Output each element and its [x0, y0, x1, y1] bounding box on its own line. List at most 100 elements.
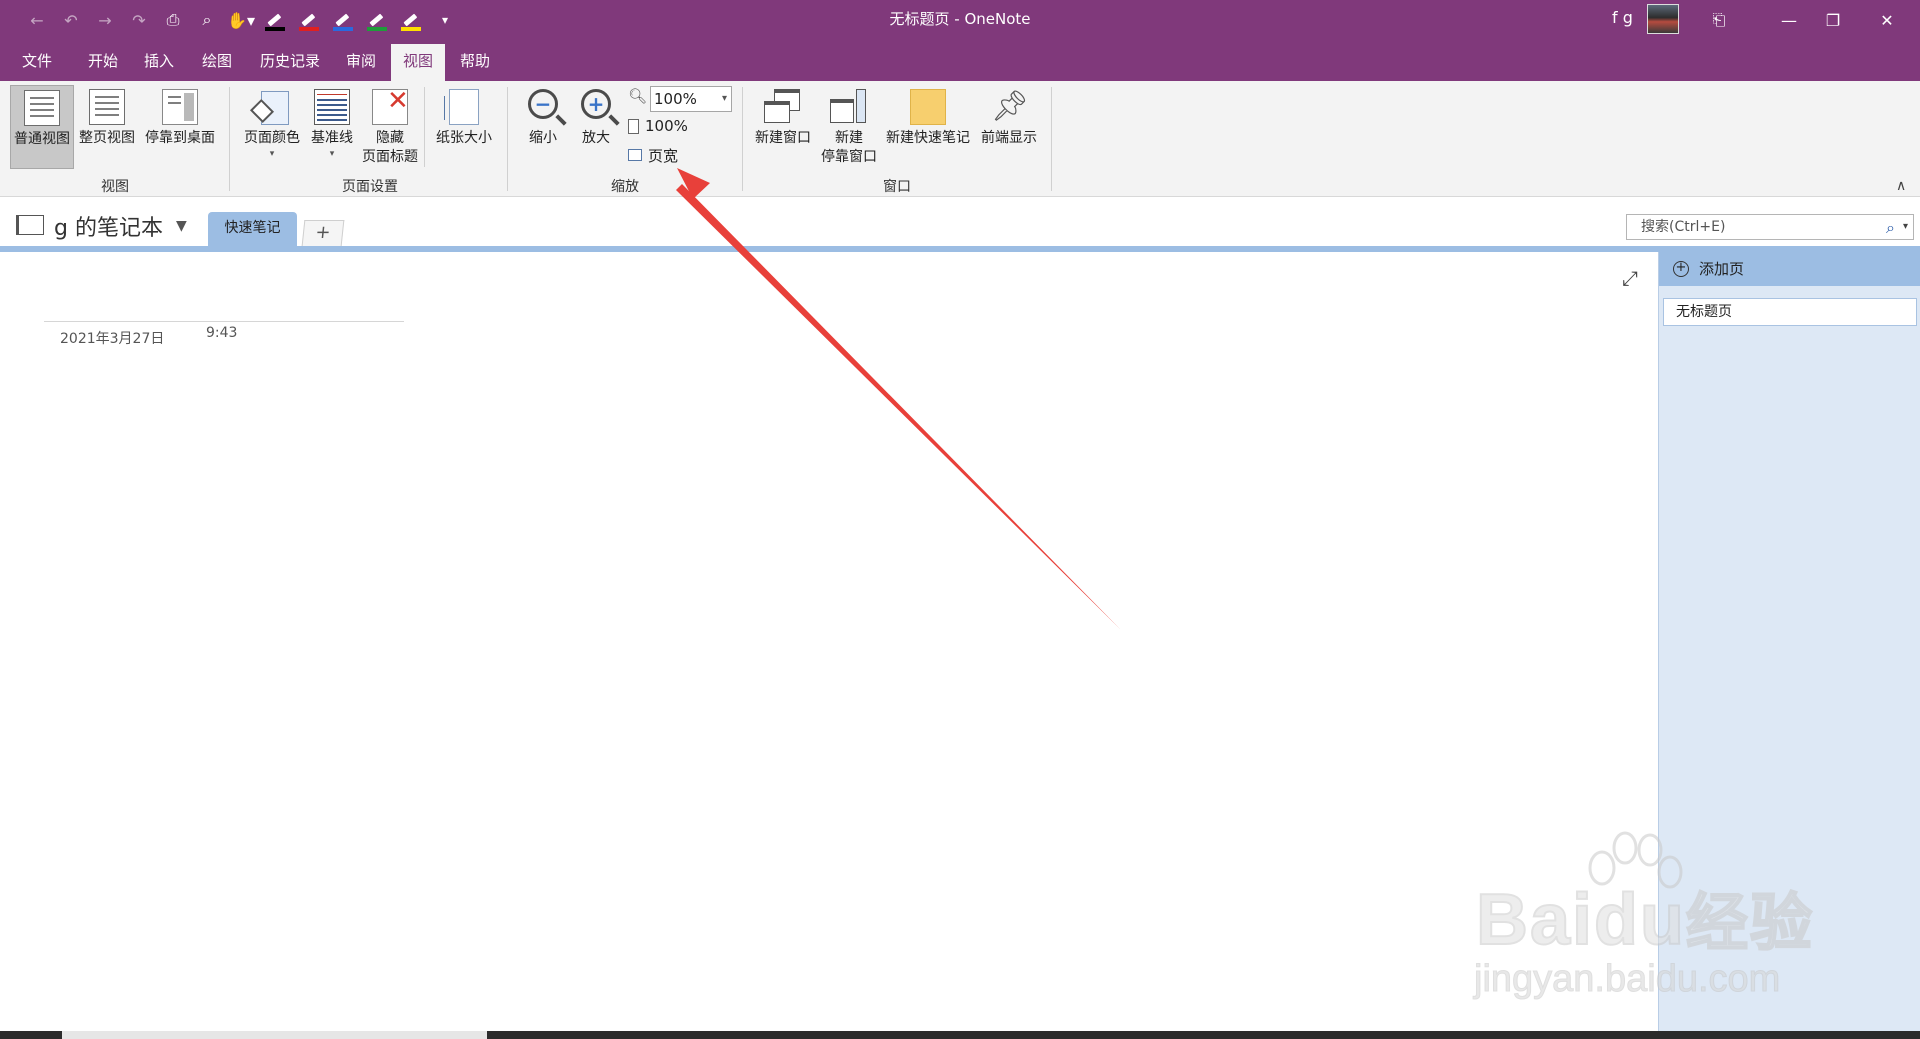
page-color-label: 页面颜色: [244, 130, 300, 146]
zoom-in-button[interactable]: + 放大: [570, 85, 622, 169]
zoom-row: 🔍︎: [628, 85, 647, 107]
window-group-label: 窗口: [883, 179, 911, 195]
tab-history[interactable]: 历史记录: [250, 44, 330, 81]
hide-page-title-icon: ✕: [372, 88, 409, 125]
zoom-out-icon: −: [528, 89, 558, 119]
normal-view-button[interactable]: 普通视图: [10, 85, 74, 169]
pushpin-icon: 📌︎: [991, 89, 1030, 124]
rule-lines-dropdown-icon: ▾: [329, 149, 335, 159]
tab-help[interactable]: 帮助: [448, 44, 502, 81]
baidu-jingyan-watermark: Baidu经验 jingyan.baidu.com: [1470, 830, 1820, 1001]
always-on-top-button[interactable]: 📌︎ 前端显示: [976, 85, 1042, 169]
zoom-combo[interactable]: 100% ▾: [650, 86, 732, 112]
tab-home[interactable]: 开始: [76, 44, 130, 81]
taskbar-segment: [62, 1031, 487, 1039]
search-scope-dropdown-icon[interactable]: ▾: [1903, 215, 1908, 239]
group-separator: [229, 87, 230, 191]
page-color-dropdown-icon: ▾: [269, 149, 275, 159]
print-preview-icon[interactable]: ⌕: [192, 8, 222, 32]
add-section-button[interactable]: +: [301, 220, 345, 246]
user-name[interactable]: f g: [1612, 8, 1633, 27]
customize-icon[interactable]: ▾: [430, 8, 460, 32]
menu-bar: 文件 开始 插入 绘图 历史记录 审阅 视图 帮助: [0, 40, 1920, 110]
ribbon: 普通视图 整页视图 停靠到桌面 视图 页面颜色 ▾ 基准线 ▾ ✕ 隐藏 页面标…: [0, 81, 1920, 197]
zoom-value: 100%: [654, 90, 697, 108]
page-date: 2021年3月27日: [60, 331, 165, 347]
restore-icon[interactable]: ❐: [1810, 0, 1856, 40]
pen-green-icon[interactable]: [362, 8, 392, 32]
group-separator: [742, 87, 743, 191]
close-icon[interactable]: ✕: [1864, 0, 1910, 40]
notebook-name[interactable]: g 的笔记本: [54, 210, 163, 242]
search-icon[interactable]: ⌕: [1886, 216, 1895, 240]
rule-lines-icon: [314, 89, 350, 125]
section-tab-quick-notes[interactable]: 快速笔记: [208, 212, 297, 246]
new-docked-window-label-2: 停靠窗口: [821, 149, 877, 165]
pen-red-icon[interactable]: [294, 8, 324, 32]
forward-icon[interactable]: →: [90, 8, 120, 32]
view-group-label: 视图: [101, 179, 129, 195]
zoom-in-label: 放大: [582, 130, 610, 146]
page-color-button[interactable]: 页面颜色 ▾: [238, 85, 306, 169]
tab-draw[interactable]: 绘图: [190, 44, 244, 81]
paper-size-label: 纸张大小: [436, 130, 492, 146]
new-docked-window-icon: [830, 89, 868, 125]
always-on-top-label: 前端显示: [981, 130, 1037, 146]
notebook-dropdown-icon[interactable]: ▼: [176, 218, 187, 234]
full-page-expand-icon[interactable]: ⤢: [1622, 266, 1638, 290]
pen-black-icon[interactable]: [260, 8, 290, 32]
add-page-label: 添加页: [1699, 260, 1745, 278]
print-icon[interactable]: ⎙: [158, 8, 188, 32]
add-page-icon: +: [1673, 261, 1689, 277]
dock-to-desktop-button[interactable]: 停靠到桌面: [140, 85, 220, 169]
zoom-out-button[interactable]: − 缩小: [518, 85, 568, 169]
new-quick-note-button[interactable]: 新建快速笔记: [882, 85, 974, 169]
tab-file[interactable]: 文件: [10, 44, 64, 81]
add-page-button[interactable]: + 添加页: [1659, 252, 1920, 286]
page-canvas[interactable]: ⤢ 2021年3月27日 9:43: [0, 252, 1658, 1032]
minimize-icon[interactable]: —: [1766, 0, 1812, 40]
tab-insert[interactable]: 插入: [132, 44, 186, 81]
dock-to-desktop-label: 停靠到桌面: [145, 130, 215, 146]
paper-size-icon: [444, 89, 479, 125]
ribbon-display-icon[interactable]: ⎗: [1696, 0, 1742, 40]
quick-note-icon: [910, 89, 946, 125]
avatar[interactable]: [1647, 4, 1679, 34]
zoom-magnifier-icon: 🔍︎: [628, 87, 648, 105]
page-title-field[interactable]: [44, 321, 404, 322]
normal-view-icon: [24, 90, 60, 126]
watermark-url: jingyan.baidu.com: [1473, 958, 1781, 1001]
search-placeholder: 搜索(Ctrl+E): [1641, 219, 1726, 235]
search-input[interactable]: 搜索(Ctrl+E) ⌕ ▾: [1626, 214, 1914, 240]
redo-icon[interactable]: ↷: [124, 8, 154, 32]
group-separator: [424, 87, 425, 167]
page-100-icon: [628, 118, 639, 134]
pen-blue-icon[interactable]: [328, 8, 358, 32]
page-list-item[interactable]: 无标题页: [1663, 298, 1917, 326]
notebook-icon[interactable]: [16, 215, 44, 235]
new-quick-note-label: 新建快速笔记: [886, 130, 970, 146]
back-icon[interactable]: ←: [22, 8, 52, 32]
zoom-out-label: 缩小: [529, 130, 557, 146]
paper-size-button[interactable]: 纸张大小: [430, 85, 498, 169]
highlighter-yellow-icon[interactable]: [396, 8, 426, 32]
rule-lines-button[interactable]: 基准线 ▾: [306, 85, 358, 169]
full-page-view-label: 整页视图: [79, 130, 135, 146]
collapse-ribbon-icon[interactable]: ∧: [1896, 178, 1906, 194]
undo-icon[interactable]: ↶: [56, 8, 86, 32]
tab-view[interactable]: 视图: [391, 44, 445, 81]
new-docked-window-button[interactable]: 新建 停靠窗口: [818, 85, 880, 169]
watermark-brand: Baidu经验: [1475, 879, 1815, 961]
zoom-dropdown-icon[interactable]: ▾: [722, 87, 727, 111]
group-separator: [507, 87, 508, 191]
full-page-view-icon: [89, 89, 125, 125]
touch-mode-icon[interactable]: ✋▾: [226, 8, 256, 32]
page-width-button[interactable]: 页宽: [628, 144, 678, 166]
title-bar: ← ↶ → ↷ ⎙ ⌕ ✋▾ ▾ 无标题页 - OneNote f g ⎗ — …: [0, 0, 1920, 40]
hide-page-title-button[interactable]: ✕ 隐藏 页面标题: [358, 85, 422, 169]
new-window-button[interactable]: 新建窗口: [752, 85, 814, 169]
zoom-100-button[interactable]: 100%: [628, 115, 688, 137]
tab-review[interactable]: 审阅: [336, 44, 386, 81]
group-separator: [1051, 87, 1052, 191]
full-page-view-button[interactable]: 整页视图: [76, 85, 138, 169]
